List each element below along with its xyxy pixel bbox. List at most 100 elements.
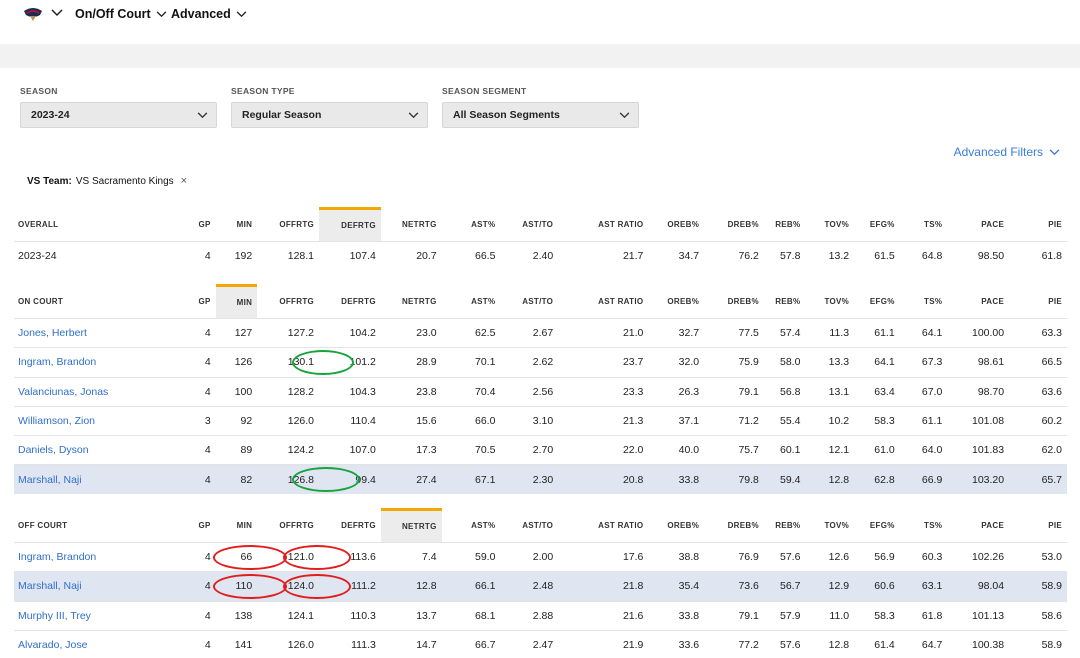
table-row: Daniels, Dyson 4 89 124.2 107.0 17.3 70.5 2.70 2… <box>14 435 1067 465</box>
column-header-defrtg[interactable]: DEFRTG <box>319 207 381 242</box>
team-logo-icon[interactable] <box>22 6 44 22</box>
column-header-ast[interactable]: AST% <box>442 510 501 543</box>
column-header-offrtg[interactable]: OFFRTG <box>257 510 319 543</box>
column-header-ast-to[interactable]: AST/TO <box>500 286 558 319</box>
nav-item-label: Advanced <box>171 7 231 21</box>
stat-cell-dreb: 75.9 <box>704 347 764 378</box>
stat-cell-ast-to: 2.67 <box>500 317 559 348</box>
stat-cell-gp: 3 <box>174 405 216 436</box>
table-row: Ingram, Brandon 4 126 130.1 101.2 28.9 70.1 2.6… <box>14 347 1067 378</box>
column-header-ast[interactable]: AST% <box>442 209 501 242</box>
player-link[interactable]: Murphy III, Trey <box>14 600 175 631</box>
stat-cell-offrtg: 128.1 <box>257 240 320 271</box>
column-header-ast-ratio[interactable]: AST RATIO <box>558 286 648 319</box>
vs-team-filter-chip: VS Team: VS Sacramento Kings × <box>27 175 187 187</box>
column-header-dreb[interactable]: DREB% <box>704 510 764 543</box>
column-header-min[interactable]: MIN <box>215 284 258 319</box>
column-header-efg[interactable]: EFG% <box>854 209 900 242</box>
column-header-oreb[interactable]: OREB% <box>648 286 704 319</box>
stat-cell-offrtg: 124.0 <box>213 571 320 602</box>
column-header-pace[interactable]: PACE <box>947 286 1009 319</box>
column-header-netrtg[interactable]: NETRTG <box>381 286 442 319</box>
column-header-gp[interactable]: GP <box>174 209 216 242</box>
column-header-ts[interactable]: TS% <box>900 209 948 242</box>
column-header-gp[interactable]: GP <box>174 510 216 543</box>
column-header-defrtg[interactable]: DEFRTG <box>319 510 381 543</box>
column-header-pace[interactable]: PACE <box>947 510 1009 543</box>
column-header-netrtg[interactable]: NETRTG <box>380 508 442 543</box>
column-header-reb[interactable]: REB% <box>764 286 806 319</box>
column-header-efg[interactable]: EFG% <box>854 286 900 319</box>
column-header-pie[interactable]: PIE <box>1009 510 1067 543</box>
column-header-ast-ratio[interactable]: AST RATIO <box>558 510 648 543</box>
stat-cell-tov: 13.1 <box>805 376 855 407</box>
column-header-offrtg[interactable]: OFFRTG <box>257 209 319 242</box>
column-header-netrtg[interactable]: NETRTG <box>381 209 442 242</box>
column-header-ast-ratio[interactable]: AST RATIO <box>558 209 648 242</box>
stat-cell-tov: 10.2 <box>805 405 855 436</box>
column-header-oreb[interactable]: OREB% <box>648 209 704 242</box>
nav-advanced[interactable]: Advanced <box>171 7 247 21</box>
column-header-tov[interactable]: TOV% <box>805 286 854 319</box>
table-row: Alvarado, Jose 4 141 126.0 111.3 14.7 66.7 2.47… <box>14 629 1067 658</box>
stat-cell-reb: 59.4 <box>763 464 806 495</box>
column-header-ast-to[interactable]: AST/TO <box>500 209 558 242</box>
season-type-select[interactable]: Regular Season <box>231 102 428 128</box>
column-header-efg[interactable]: EFG% <box>854 510 900 543</box>
season-segment-select[interactable]: All Season Segments <box>442 102 639 128</box>
column-header-dreb[interactable]: DREB% <box>704 286 764 319</box>
stat-cell-pie: 58.9 <box>1009 629 1067 658</box>
stat-cell-reb: 57.6 <box>763 629 806 658</box>
column-header-pie[interactable]: PIE <box>1009 209 1067 242</box>
stat-cell-reb: 56.8 <box>763 376 806 407</box>
column-header-offrtg[interactable]: OFFRTG <box>257 286 319 319</box>
column-header-ast-to[interactable]: AST/TO <box>500 510 558 543</box>
stat-cell-ast-to: 2.62 <box>500 347 559 378</box>
column-header-reb[interactable]: REB% <box>764 209 806 242</box>
stat-cell-ast-to: 2.47 <box>500 629 559 658</box>
column-header-ast[interactable]: AST% <box>442 286 501 319</box>
season-type-filter: SEASON TYPE Regular Season <box>231 86 428 128</box>
player-link[interactable]: Marshall, Naji <box>14 571 175 602</box>
stat-cell-efg: 61.4 <box>854 629 900 658</box>
stat-cell-pace: 98.70 <box>947 376 1010 407</box>
column-header-dreb[interactable]: DREB% <box>704 209 764 242</box>
stat-cell-ast-ratio: 21.0 <box>558 317 649 348</box>
stat-cell-offrtg: 124.1 <box>257 600 320 631</box>
column-header-gp[interactable]: GP <box>174 286 216 319</box>
column-header-tov[interactable]: TOV% <box>805 510 854 543</box>
column-header-ts[interactable]: TS% <box>900 286 948 319</box>
column-header-min[interactable]: MIN <box>216 209 258 242</box>
player-link[interactable]: Marshall, Naji <box>14 464 175 495</box>
column-header-min[interactable]: MIN <box>216 510 258 543</box>
stat-cell-gp: 4 <box>174 347 216 378</box>
player-link[interactable]: Williamson, Zion <box>14 405 175 436</box>
advanced-filters-link[interactable]: Advanced Filters <box>954 145 1060 159</box>
nav-on-off-court[interactable]: On/Off Court <box>75 7 167 21</box>
player-link[interactable]: Valanciunas, Jonas <box>14 376 175 407</box>
column-header-oreb[interactable]: OREB% <box>648 510 704 543</box>
stat-cell-pace: 101.83 <box>947 435 1010 465</box>
player-link[interactable]: Jones, Herbert <box>14 317 175 348</box>
season-select[interactable]: 2023-24 <box>20 102 217 128</box>
stat-cell-offrtg: 130.1 <box>257 347 320 378</box>
filter-label: SEASON <box>20 86 58 96</box>
column-header-ts[interactable]: TS% <box>900 510 948 543</box>
player-link[interactable]: Ingram, Brandon <box>14 347 175 378</box>
stat-cell-oreb: 34.7 <box>648 240 705 271</box>
column-header-defrtg[interactable]: DEFRTG <box>319 286 381 319</box>
stat-cell-ast-to: 2.00 <box>500 541 559 572</box>
column-header-reb[interactable]: REB% <box>764 510 806 543</box>
player-link[interactable]: Alvarado, Jose <box>14 629 175 658</box>
stat-cell-min: 66 <box>215 541 258 572</box>
stat-cell-pie: 63.3 <box>1009 317 1067 348</box>
player-link[interactable]: Daniels, Dyson <box>14 435 175 465</box>
player-link[interactable]: Ingram, Brandon <box>14 541 175 572</box>
off-court-table: OFF COURT GP MIN OFFRTG DEFRTG NETRTG AST% AST/… <box>14 508 1067 658</box>
close-icon[interactable]: × <box>181 175 187 187</box>
column-header-pie[interactable]: PIE <box>1009 286 1067 319</box>
column-header-pace[interactable]: PACE <box>947 209 1009 242</box>
column-header-tov[interactable]: TOV% <box>805 209 854 242</box>
stat-cell-offrtg: 121.0 <box>213 541 320 572</box>
chevron-down-icon[interactable] <box>51 9 63 17</box>
